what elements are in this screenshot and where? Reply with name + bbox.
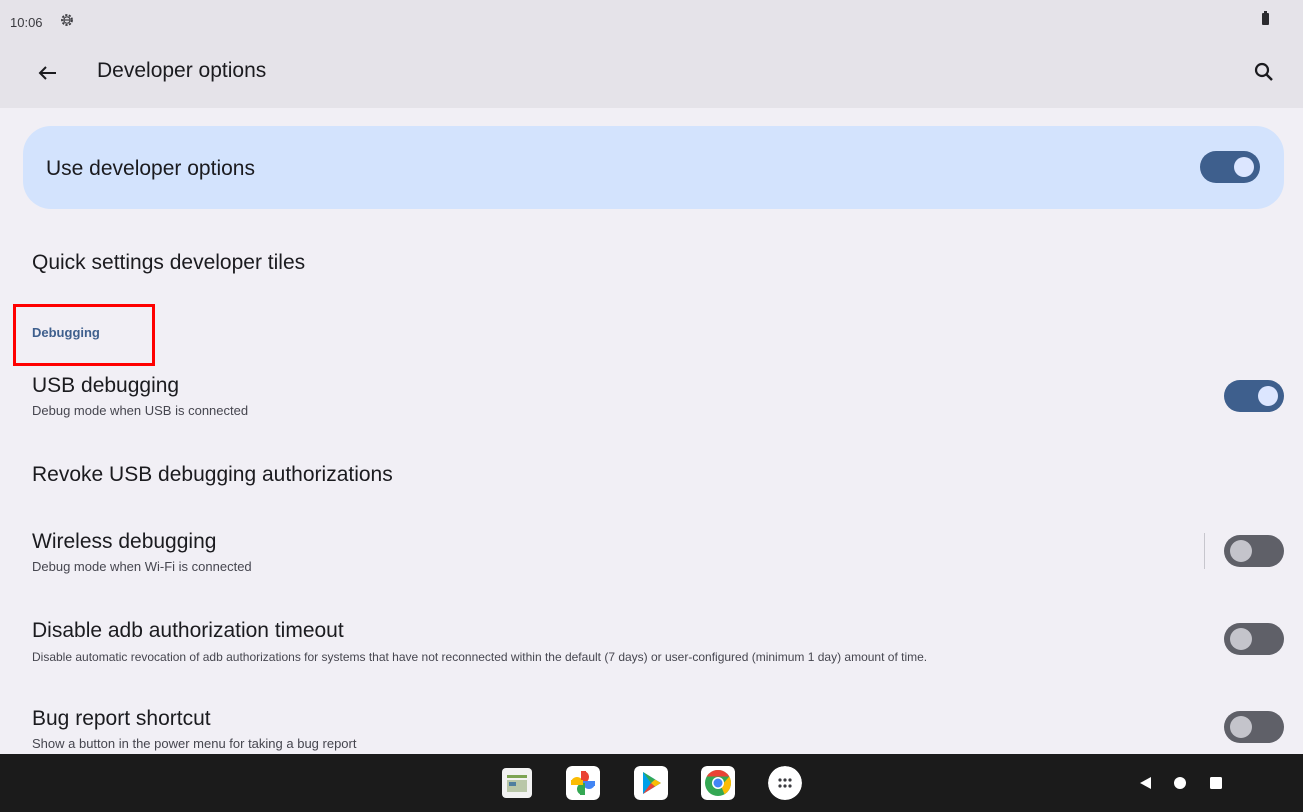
taskbar — [0, 754, 1303, 812]
page-title: Developer options — [97, 59, 267, 82]
arrow-back-icon[interactable] — [30, 60, 64, 86]
nav-home-icon[interactable] — [1172, 775, 1188, 791]
switch-thumb — [1234, 157, 1254, 177]
wireless-debugging-switch[interactable] — [1224, 535, 1284, 567]
use-developer-options-switch[interactable] — [1200, 151, 1260, 183]
usb-debugging-title: USB debugging — [32, 374, 180, 397]
switch-thumb — [1230, 540, 1252, 562]
disable-adb-timeout-switch[interactable] — [1224, 623, 1284, 655]
play-store-icon[interactable] — [634, 766, 668, 800]
highlight-box — [13, 304, 155, 366]
search-icon[interactable] — [1252, 60, 1278, 86]
switch-thumb — [1230, 716, 1252, 738]
disable-adb-timeout-title: Disable adb authorization timeout — [32, 619, 344, 642]
wireless-debugging-summary: Debug mode when Wi-Fi is connected — [32, 559, 252, 574]
calendar-app-icon[interactable] — [500, 766, 534, 800]
settings-gear-icon — [61, 14, 73, 26]
bug-report-shortcut-summary: Show a button in the power menu for taki… — [32, 736, 357, 751]
nav-back-icon[interactable] — [1137, 775, 1153, 791]
use-developer-options-label: Use developer options — [46, 157, 255, 180]
photos-app-icon[interactable] — [566, 766, 600, 800]
disable-adb-timeout-summary: Disable automatic revocation of adb auth… — [32, 650, 928, 664]
app-drawer-icon[interactable] — [768, 766, 802, 800]
app-bar: Developer options — [0, 38, 1303, 108]
divider — [1204, 533, 1205, 569]
use-developer-options-card[interactable]: Use developer options — [23, 126, 1284, 209]
revoke-usb-authorizations-item[interactable]: Revoke USB debugging authorizations — [32, 463, 393, 487]
switch-thumb — [1258, 386, 1278, 406]
bug-report-shortcut-switch[interactable] — [1224, 711, 1284, 743]
wireless-debugging-title: Wireless debugging — [32, 530, 217, 553]
usb-debugging-switch[interactable] — [1224, 380, 1284, 412]
chrome-icon[interactable] — [701, 766, 735, 800]
usb-debugging-summary: Debug mode when USB is connected — [32, 403, 249, 418]
status-time: 10:06 — [10, 15, 43, 30]
status-bar: 10:06 — [0, 0, 1303, 38]
switch-thumb — [1230, 628, 1252, 650]
bug-report-shortcut-title: Bug report shortcut — [32, 707, 211, 730]
nav-recents-icon[interactable] — [1208, 775, 1224, 791]
quick-settings-tiles-item[interactable]: Quick settings developer tiles — [32, 251, 305, 275]
battery-icon — [1262, 11, 1269, 25]
